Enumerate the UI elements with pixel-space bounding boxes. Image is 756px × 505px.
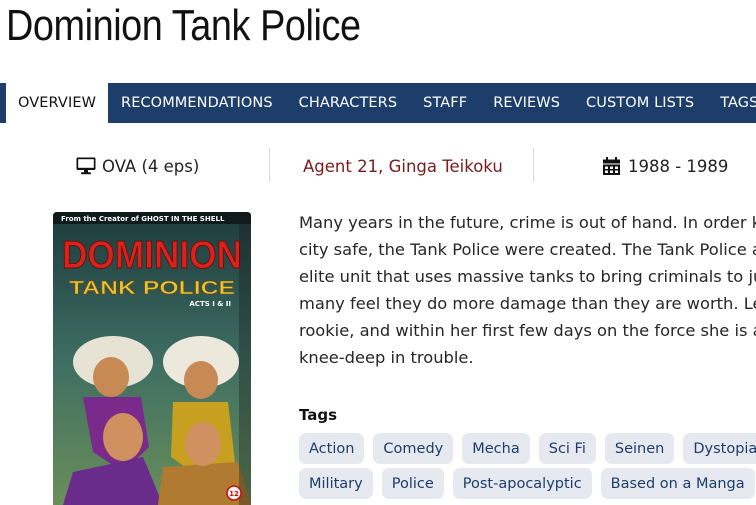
- monitor-icon: [76, 157, 96, 175]
- tab-staff[interactable]: STAFF: [410, 83, 480, 123]
- tag-based-on-a-manga[interactable]: Based on a Manga: [600, 468, 755, 499]
- tab-recommendations[interactable]: RECOMMENDATIONS: [108, 83, 286, 123]
- synopsis-line: Many years in the future, crime is out o…: [299, 213, 756, 232]
- cover-logo-acts: ACTS I & II: [189, 300, 231, 308]
- cover-image: From the Creator of GHOST IN THE SHELL D…: [53, 212, 251, 505]
- page-title: Dominion Tank Police: [6, 1, 361, 50]
- calendar-icon: [603, 157, 620, 175]
- tag-sci-fi[interactable]: Sci Fi: [538, 433, 596, 464]
- tags-row: Action Comedy Mecha Sci Fi Seinen Dystop…: [299, 433, 756, 464]
- tab-overview[interactable]: OVERVIEW: [6, 83, 109, 123]
- tags-row: Military Police Post-apocalyptic Based o…: [299, 468, 755, 499]
- tab-tags[interactable]: TAGS: [707, 83, 756, 123]
- tag-mecha[interactable]: Mecha: [462, 433, 530, 464]
- synopsis-line: rookie, and within her first few days on…: [299, 321, 756, 340]
- synopsis-line: many feel they do more damage than they …: [299, 294, 756, 313]
- tab-reviews[interactable]: REVIEWS: [480, 83, 573, 123]
- air-years-label: 1988 - 1989: [628, 156, 729, 176]
- rating-badge: 12: [229, 490, 239, 498]
- cover-logo-subtitle: TANK POLICE: [69, 278, 235, 298]
- tag-police[interactable]: Police: [381, 468, 444, 499]
- media-type: OVA (4 eps): [76, 148, 199, 184]
- media-type-label: OVA (4 eps): [102, 156, 200, 176]
- tag-action[interactable]: Action: [299, 433, 365, 464]
- synopsis-line: knee-deep in trouble.: [299, 348, 474, 367]
- synopsis: Many years in the future, crime is out o…: [299, 209, 756, 371]
- cover-logo-title: DOMINION: [62, 234, 242, 277]
- tag-dystopia[interactable]: Dystopia: [683, 433, 756, 464]
- tab-characters[interactable]: CHARACTERS: [286, 83, 411, 123]
- synopsis-line: elite unit that uses massive tanks to br…: [299, 267, 756, 286]
- cover-tagline: From the Creator of GHOST IN THE SHELL: [61, 215, 225, 223]
- tag-comedy[interactable]: Comedy: [373, 433, 454, 464]
- tab-bar: OVERVIEW RECOMMENDATIONS CHARACTERS STAF…: [0, 83, 756, 123]
- tags-heading: Tags: [299, 406, 338, 424]
- air-years: 1988 - 1989: [603, 148, 728, 184]
- info-bar: OVA (4 eps) Agent 21, Ginga Teikoku 1988…: [0, 148, 756, 184]
- synopsis-line: city safe, the Tank Police were created.…: [299, 240, 756, 259]
- tag-seinen[interactable]: Seinen: [604, 433, 675, 464]
- tag-post-apocalyptic[interactable]: Post-apocalyptic: [452, 468, 592, 499]
- studios-link[interactable]: Agent 21, Ginga Teikoku: [303, 148, 503, 184]
- info-divider: [269, 148, 270, 182]
- tag-military[interactable]: Military: [299, 468, 373, 499]
- info-divider: [533, 148, 534, 182]
- tab-custom-lists[interactable]: CUSTOM LISTS: [573, 83, 707, 123]
